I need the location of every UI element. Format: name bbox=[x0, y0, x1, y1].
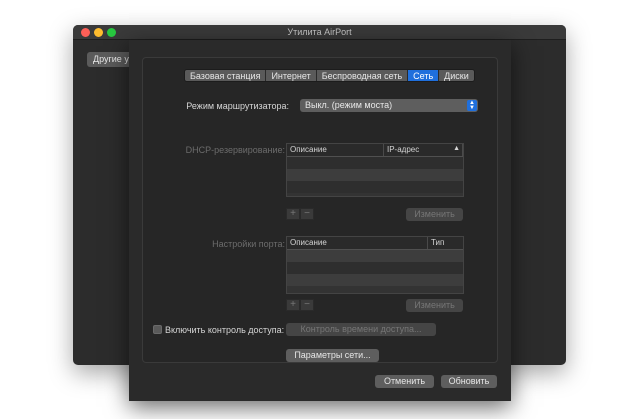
dhcp-reservations-label: DHCP-резервирование: bbox=[185, 145, 285, 155]
access-control-checkbox[interactable] bbox=[153, 325, 162, 334]
tab-internet[interactable]: Интернет bbox=[266, 70, 317, 81]
access-control-label: Включить контроль доступа: bbox=[165, 325, 285, 335]
ports-add-button[interactable]: + bbox=[286, 299, 300, 311]
router-mode-value: Выкл. (режим моста) bbox=[305, 100, 393, 110]
ports-remove-button[interactable]: − bbox=[300, 299, 314, 311]
table-row bbox=[287, 157, 463, 169]
ports-table-header: Описание Тип bbox=[287, 237, 463, 250]
ports-column-description[interactable]: Описание bbox=[287, 237, 428, 249]
ports-column-type[interactable]: Тип bbox=[428, 237, 463, 249]
dhcp-reservations-table[interactable]: Описание IP-адрес ▲ bbox=[286, 143, 464, 197]
ports-edit-button[interactable]: Изменить bbox=[406, 299, 463, 312]
table-row bbox=[287, 181, 463, 193]
window-title: Утилита AirPort bbox=[287, 27, 352, 37]
ports-add-remove: + − bbox=[286, 299, 314, 311]
tab-network[interactable]: Сеть bbox=[408, 70, 440, 81]
tab-bar: Базовая станция Интернет Беспроводная се… bbox=[184, 69, 475, 82]
table-row bbox=[287, 274, 463, 286]
port-settings-label: Настройки порта: bbox=[212, 239, 285, 249]
dhcp-edit-button[interactable]: Изменить bbox=[406, 208, 463, 221]
tab-disks[interactable]: Диски bbox=[439, 70, 474, 81]
tab-wireless[interactable]: Беспроводная сеть bbox=[316, 70, 409, 81]
table-row bbox=[287, 250, 463, 262]
cancel-button[interactable]: Отменить bbox=[375, 375, 434, 388]
table-row bbox=[287, 262, 463, 274]
network-options-button[interactable]: Параметры сети... bbox=[286, 349, 379, 362]
router-mode-popup[interactable]: Выкл. (режим моста) ▲ ▼ bbox=[300, 99, 478, 112]
dhcp-column-ip[interactable]: IP-адрес bbox=[384, 144, 463, 156]
update-button[interactable]: Обновить bbox=[441, 375, 497, 388]
sort-ascending-icon: ▲ bbox=[453, 145, 460, 152]
updown-chevron-icon: ▲ ▼ bbox=[467, 100, 477, 111]
port-settings-table[interactable]: Описание Тип bbox=[286, 236, 464, 294]
dhcp-remove-button[interactable]: − bbox=[300, 208, 314, 220]
router-mode-label: Режим маршрутизатора: bbox=[186, 101, 289, 111]
tab-base-station[interactable]: Базовая станция bbox=[185, 70, 267, 81]
table-row bbox=[287, 169, 463, 181]
title-bar[interactable]: Утилита AirPort bbox=[73, 25, 566, 40]
dhcp-column-description[interactable]: Описание bbox=[287, 144, 384, 156]
dhcp-table-header: Описание IP-адрес ▲ bbox=[287, 144, 463, 157]
dhcp-add-remove: + − bbox=[286, 208, 314, 220]
access-timer-button[interactable]: Контроль времени доступа... bbox=[286, 323, 436, 336]
settings-sheet: Базовая станция Интернет Беспроводная се… bbox=[129, 40, 511, 401]
settings-panel: Базовая станция Интернет Беспроводная се… bbox=[142, 57, 498, 363]
dhcp-add-button[interactable]: + bbox=[286, 208, 300, 220]
